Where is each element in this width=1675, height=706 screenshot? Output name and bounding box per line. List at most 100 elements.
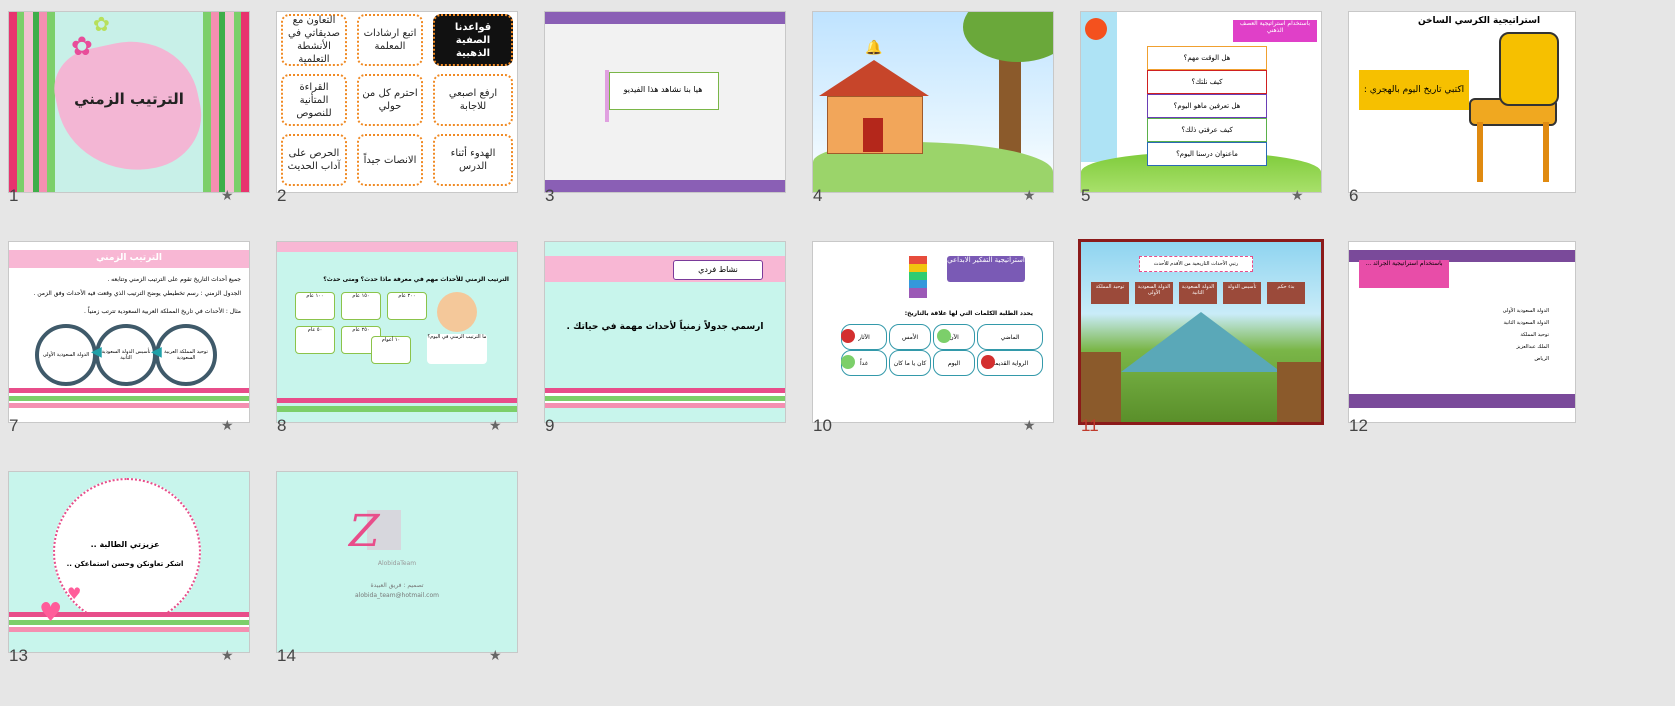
text-line: مثال : الأحداث في تاريخ المملكة العربية … — [84, 308, 241, 315]
text-line: الجدول الزمني : رسم تخطيطي يوضح الترتيب … — [33, 290, 241, 297]
event-label: توحيد المملكة — [1091, 282, 1129, 304]
books-icon — [909, 256, 927, 298]
question-box: كيف نلتك؟ — [1147, 70, 1267, 94]
farewell-line: اشكر تعاونكن وحسن استماعكن .. — [66, 560, 184, 568]
bottom-stripes — [545, 388, 785, 408]
slide-thumbnail-3[interactable]: هيا بنا نشاهد هذا الفيديو — [545, 12, 785, 192]
transition-star-icon[interactable]: ★ — [221, 188, 234, 204]
slide-thumbnail-6[interactable]: استراتيجية الكرسي الساخن اكتبي تاريخ الي… — [1349, 12, 1575, 192]
word-pill: كان يا ما كان — [889, 350, 931, 376]
video-caption: هيا بنا نشاهد هذا الفيديو — [623, 85, 703, 94]
strategy-header: باستخدام استراتيجية الجرائد ... — [1359, 260, 1449, 288]
slide-number: 6 — [1349, 186, 1359, 205]
question-box: كيف عرفتي ذلك؟ — [1147, 118, 1267, 142]
transition-star-icon[interactable]: ★ — [489, 648, 502, 664]
slide-thumbnail-4[interactable]: 🔔 — [813, 12, 1053, 192]
timeline-box: ١٠ أعوام — [371, 336, 411, 364]
slide-thumbnail-7[interactable]: الترتيب الزمني جميع أحداث التاريخ تقوم ع… — [9, 242, 249, 422]
slide-thumbnail-8[interactable]: الترتيب الزمني للأحداث مهم في معرفة ماذا… — [277, 242, 517, 422]
rule-card: الانصات جيداً — [357, 134, 423, 186]
event-label: بدء حكم — [1267, 282, 1305, 304]
chair-leg — [1543, 122, 1549, 182]
timeline-box: ١٥٠ عام — [341, 292, 381, 320]
chair-back — [1499, 32, 1559, 106]
school-roof — [819, 60, 929, 96]
question-box: هل الوقت مهم؟ — [1147, 46, 1267, 70]
brand-name: AlobidaTeam — [377, 560, 417, 567]
slide-number: 12 — [1349, 416, 1368, 435]
text-line: جميع أحداث التاريخ تقوم على الترتيب الزم… — [107, 276, 241, 283]
top-bar — [545, 12, 785, 24]
rule-card: القراءة المتأنية للنصوص — [281, 74, 347, 126]
slide-number: 1 — [9, 186, 19, 205]
slide-number: 5 — [1081, 186, 1091, 205]
transition-star-icon[interactable]: ★ — [221, 418, 234, 434]
word-pill: اليوم — [933, 350, 975, 376]
timeline-bubble: توحيد المملكة العربية السعودية — [155, 324, 217, 386]
arrow-icon: ◀ — [91, 344, 102, 360]
stripes-left — [9, 12, 55, 192]
slide-thumbnail-5[interactable]: باستخدام استراتيجية العصف الذهني هل الوق… — [1081, 12, 1321, 192]
tree-foliage — [963, 12, 1053, 62]
rule-card: اتبع ارشادات المعلمة — [357, 14, 423, 66]
transition-star-icon[interactable]: ★ — [489, 418, 502, 434]
transition-star-icon[interactable]: ★ — [221, 648, 234, 664]
rule-card: ارفع اصبعي للاجابة — [433, 74, 513, 126]
flower-icon: ✿ — [93, 12, 110, 36]
slide-thumbnail-11[interactable]: رتبي الأحداث التاريخية من الأقدم للأحدث … — [1081, 242, 1321, 422]
slide-title: رتبي الأحداث التاريخية من الأقدم للأحدث — [1139, 256, 1253, 272]
rule-card: قواعدنا الصفية الذهبية — [433, 14, 513, 66]
farewell-line: عزيزتي الطالبة .. — [90, 540, 160, 549]
transition-star-icon[interactable]: ★ — [1023, 188, 1036, 204]
rule-card: الحرص على آداب الحديث — [281, 134, 347, 186]
illustration-caption: ما الترتيب الزمني في اليوم؟ — [427, 334, 487, 364]
slide-thumbnail-2[interactable]: اتبع ارشادات المعلمة التعاون مع صديقاتي … — [277, 12, 517, 192]
slide-thumbnail-12[interactable]: باستخدام استراتيجية الجرائد ... الدولة ا… — [1349, 242, 1575, 422]
strategy-header: باستخدام استراتيجية العصف الذهني — [1233, 20, 1317, 42]
list-item: توحيد المملكة — [1520, 332, 1549, 338]
event-label: الدولة السعودية الأولى — [1135, 282, 1173, 304]
marker-dot — [841, 355, 855, 369]
hot-seat-question: اكتبي تاريخ اليوم بالهجري : — [1359, 70, 1469, 110]
slide-title: الترتيب الزمني للأحداث مهم في معرفة ماذا… — [323, 276, 509, 283]
slide-number: 10 — [813, 416, 832, 435]
slide-thumbnail-1[interactable]: ✿ ✿ الترتيب الزمني — [9, 12, 249, 192]
heart-icon: ♥ — [39, 598, 63, 628]
transition-star-icon[interactable]: ★ — [1291, 188, 1304, 204]
list-item: الملك عبدالعزيز — [1516, 344, 1549, 350]
slide-title: الترتيب الزمني — [96, 253, 162, 263]
slide-number: 14 — [277, 646, 296, 665]
timeline-bubble: الدولة السعودية الأولى — [35, 324, 97, 386]
slide-number: 13 — [9, 646, 28, 665]
credit-line: تصميم : فريق العبيدة — [370, 582, 424, 589]
heart-icon: ♥ — [67, 584, 82, 603]
bottom-stripes — [9, 388, 249, 408]
list-item: الدولة السعودية الثانية — [1503, 320, 1549, 326]
marker-dot — [937, 329, 951, 343]
rule-card: الهدوء أثناء الدرس — [433, 134, 513, 186]
timeline-box: ١٠٠ عام — [295, 292, 335, 320]
rule-card: احترم كل من حولي — [357, 74, 423, 126]
timeline-bubble: تأسيس الدولة السعودية الثانية — [95, 324, 157, 386]
question-box: هل تعرفين ماهو اليوم؟ — [1147, 94, 1267, 118]
bottom-bar — [1349, 394, 1575, 408]
slide-thumbnail-9[interactable]: نشاط فردي ارسمي جدولاً زمنياً لأحداث مهم… — [545, 242, 785, 422]
transition-star-icon[interactable]: ★ — [1023, 418, 1036, 434]
stripes-right — [203, 12, 249, 192]
word-pill: الماضي — [977, 324, 1043, 350]
slide-thumbnail-14[interactable]: Z AlobidaTeam تصميم : فريق العبيدة alobi… — [277, 472, 517, 652]
email-text: alobida_team@hotmail.com — [355, 592, 439, 599]
cliff-right — [1277, 362, 1321, 422]
activity-label: نشاط فردي — [673, 260, 763, 280]
ornament-icon — [605, 70, 609, 122]
slide-number: 2 — [277, 186, 287, 205]
slide-thumbnail-10[interactable]: استراتيجية التفكير الابداعي يحدد الطلبة … — [813, 242, 1053, 422]
bottom-bar — [545, 180, 785, 192]
white-circle — [53, 478, 201, 626]
flower-icon: ✿ — [71, 32, 93, 62]
list-item: الدولة السعودية الأولى — [1502, 308, 1549, 314]
girl-illustration — [437, 292, 477, 332]
school-door — [863, 118, 883, 152]
slide-thumbnail-13[interactable]: عزيزتي الطالبة .. اشكر تعاونكن وحسن استم… — [9, 472, 249, 652]
top-bar — [277, 242, 517, 252]
